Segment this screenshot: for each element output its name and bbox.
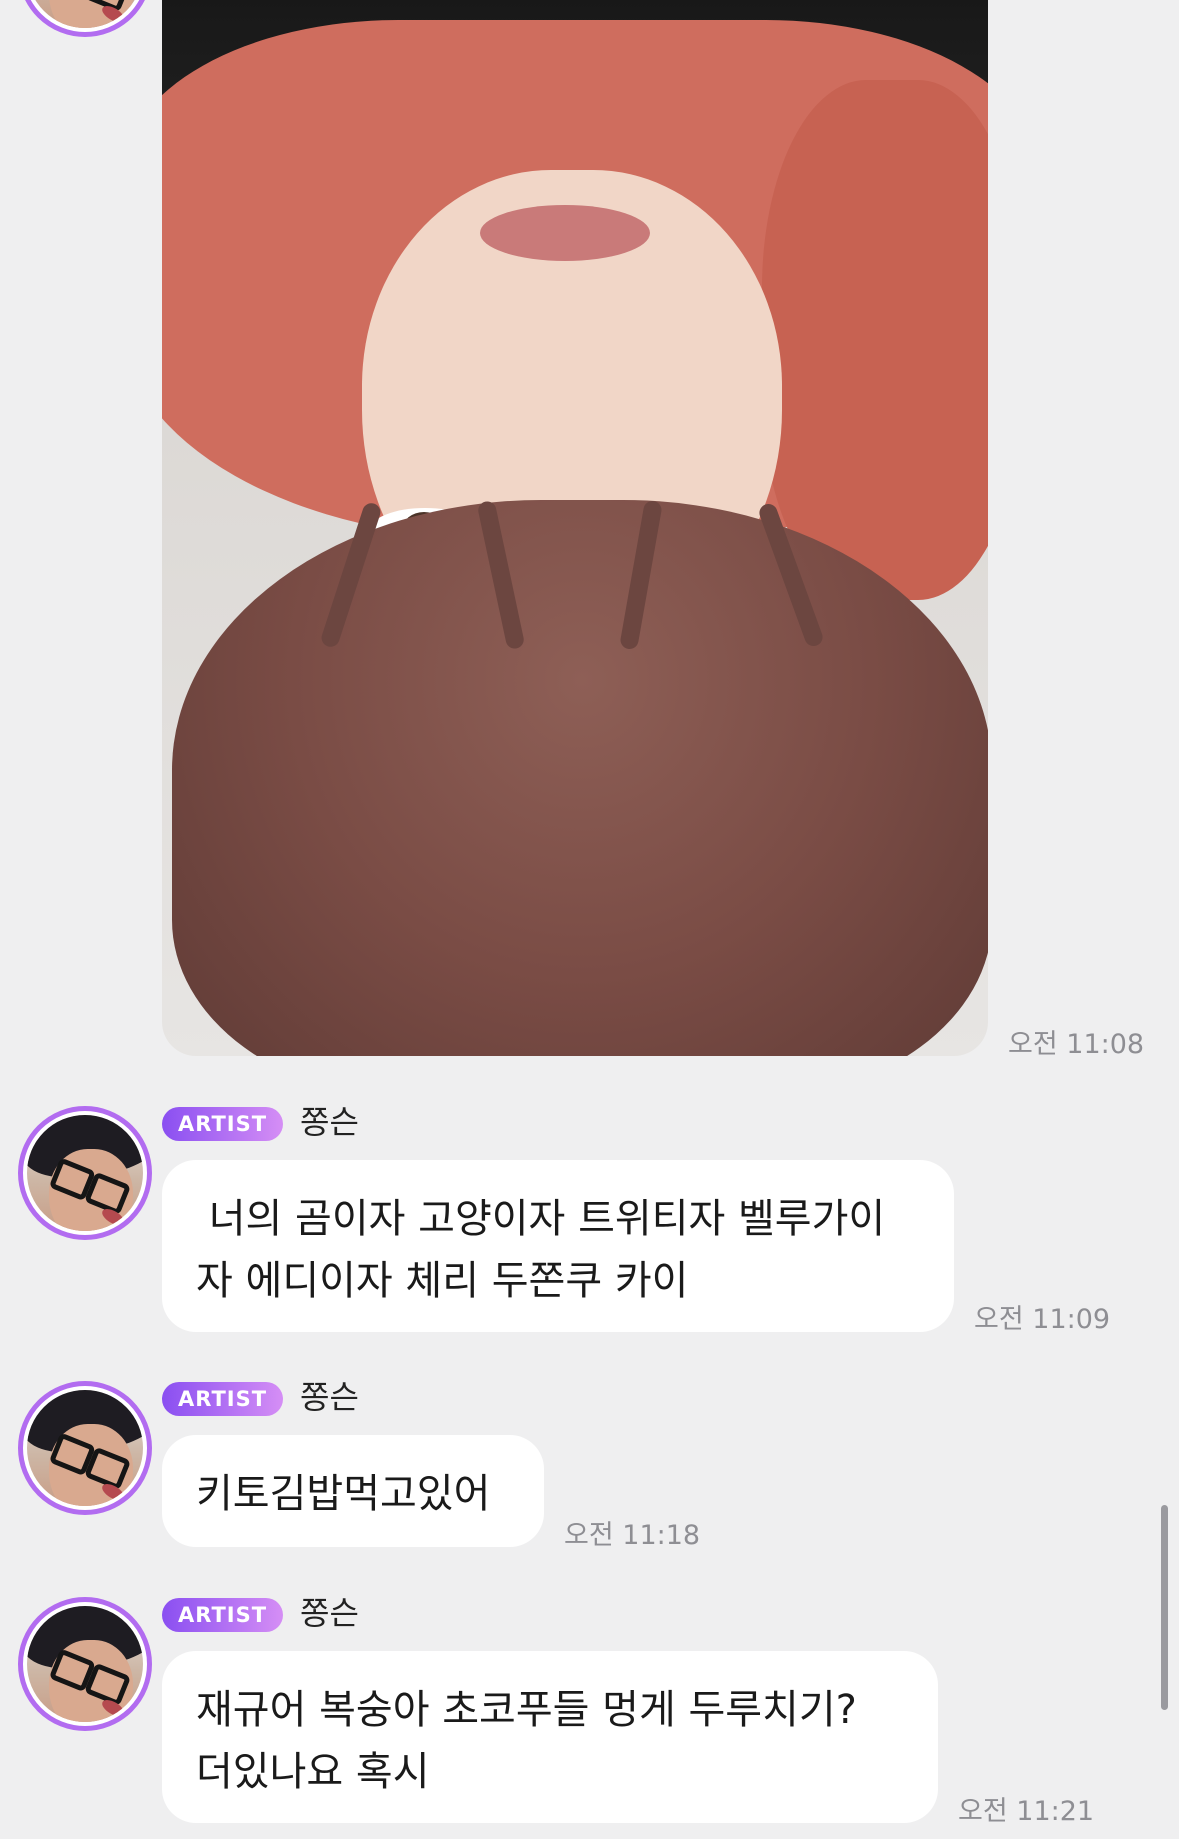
artist-badge: ARTIST — [162, 1382, 284, 1416]
artist-badge: ARTIST — [162, 1598, 284, 1632]
message-time: 오전 11:08 — [1008, 1029, 1145, 1060]
avatar-image — [27, 1606, 143, 1722]
message-time: 오전 11:18 — [564, 1520, 701, 1551]
scrollbar[interactable] — [1161, 1505, 1168, 1710]
message-bubble[interactable]: 키토김밥먹고있어 — [162, 1435, 544, 1547]
message-time: 오전 11:09 — [974, 1304, 1111, 1335]
sender-name: 쫑슨 — [300, 1103, 359, 1141]
message-bubble[interactable]: 재규어 복숭아 초코푸들 멍게 두루치기? 더있나요 혹시 — [162, 1651, 938, 1823]
avatar[interactable] — [18, 1106, 152, 1240]
avatar-image — [27, 0, 143, 28]
avatar-image — [27, 1390, 143, 1506]
message-time: 오전 11:21 — [958, 1796, 1095, 1827]
sender-name: 쫑슨 — [300, 1594, 359, 1632]
avatar-image — [27, 1115, 143, 1231]
artist-badge: ARTIST — [162, 1107, 284, 1141]
avatar[interactable] — [18, 1381, 152, 1515]
sender-name: 쫑슨 — [300, 1378, 359, 1416]
message-bubble[interactable]: 너의 곰이자 고양이자 트위티자 벨루가이 자 에디이자 체리 두쫀쿠 카이 — [162, 1160, 954, 1332]
avatar[interactable] — [18, 0, 152, 37]
photo-message[interactable] — [162, 0, 988, 1056]
avatar[interactable] — [18, 1597, 152, 1731]
